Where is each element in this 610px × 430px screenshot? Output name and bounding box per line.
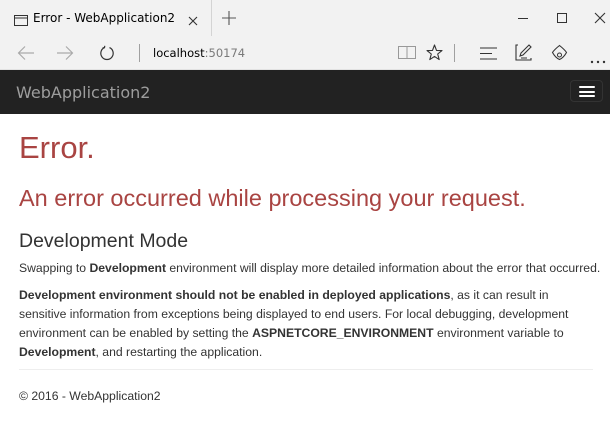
forward-icon[interactable] bbox=[56, 45, 74, 66]
address-bar[interactable]: localhost:50174 bbox=[153, 46, 245, 60]
tab-title: Error - WebApplication2 bbox=[33, 11, 176, 25]
back-icon[interactable] bbox=[17, 45, 35, 66]
text: Swapping to bbox=[19, 261, 90, 275]
page-icon bbox=[14, 13, 28, 31]
bold-text: Development environment should not be en… bbox=[19, 288, 451, 302]
development-warning-paragraph: Development environment should not be en… bbox=[19, 286, 599, 362]
navbar-toggle-button[interactable] bbox=[570, 80, 603, 102]
share-icon[interactable] bbox=[551, 44, 568, 66]
more-options-icon[interactable] bbox=[590, 51, 606, 69]
hamburger-icon bbox=[579, 86, 595, 88]
development-info-paragraph: Swapping to Development environment will… bbox=[19, 259, 601, 278]
development-mode-heading: Development Mode bbox=[19, 230, 189, 252]
browser-titlebar: Error - WebApplication2 bbox=[0, 0, 610, 36]
footer-divider bbox=[19, 369, 593, 370]
navbar-brand-link[interactable]: WebApplication2 bbox=[16, 83, 150, 102]
refresh-icon[interactable] bbox=[99, 45, 115, 66]
hamburger-bar bbox=[579, 90, 595, 93]
address-port: :50174 bbox=[204, 46, 246, 60]
close-tab-icon[interactable] bbox=[188, 13, 198, 31]
maximize-icon[interactable] bbox=[556, 11, 568, 29]
text: environment will display more detailed i… bbox=[166, 261, 601, 275]
new-tab-icon[interactable] bbox=[222, 11, 236, 30]
browser-toolbar: localhost:50174 bbox=[0, 36, 610, 70]
window-close-icon[interactable] bbox=[594, 11, 606, 29]
favorite-star-icon[interactable] bbox=[426, 44, 443, 66]
bold-text: ASPNETCORE_ENVIRONMENT bbox=[252, 326, 434, 340]
text: environment variable to bbox=[433, 326, 564, 340]
web-note-icon[interactable] bbox=[515, 44, 532, 66]
address-separator bbox=[139, 44, 140, 62]
bold-text: Development bbox=[89, 261, 166, 275]
error-subtitle: An error occurred while processing your … bbox=[19, 185, 526, 211]
footer-text: © 2016 - WebApplication2 bbox=[19, 389, 161, 403]
error-title: Error. bbox=[19, 130, 95, 165]
text: , and restarting the application. bbox=[95, 345, 263, 359]
bold-text: Development bbox=[19, 345, 96, 359]
hub-icon[interactable] bbox=[480, 47, 497, 65]
browser-tab[interactable]: Error - WebApplication2 bbox=[0, 0, 212, 36]
address-host: localhost bbox=[153, 46, 205, 60]
minimize-icon[interactable] bbox=[517, 11, 529, 29]
reading-view-icon[interactable] bbox=[398, 45, 416, 65]
toolbar-separator bbox=[454, 44, 455, 62]
app-navbar: WebApplication2 bbox=[0, 70, 610, 114]
hamburger-bar bbox=[579, 95, 595, 97]
